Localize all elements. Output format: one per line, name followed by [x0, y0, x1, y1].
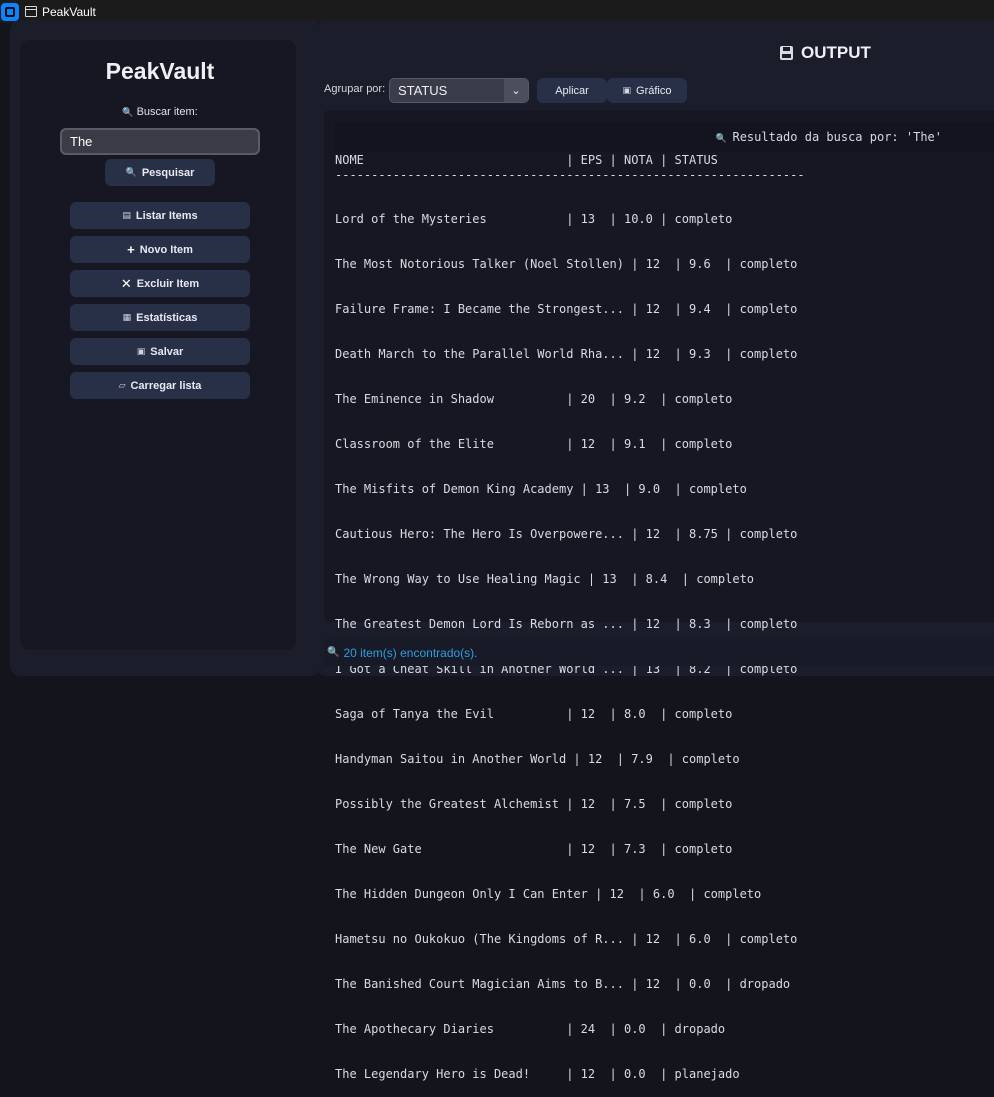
save-icon: ▣ — [136, 346, 146, 356]
search-icon: 🔍 — [327, 647, 340, 658]
save-button[interactable]: ▣ Salvar — [70, 338, 250, 365]
app-icon — [1, 2, 19, 21]
table-row: Handyman Saitou in Another World | 12 | … — [335, 752, 740, 766]
list-items-label: Listar Items — [135, 209, 198, 222]
plus-icon: + — [127, 242, 135, 257]
apply-button[interactable]: Aplicar — [537, 78, 607, 103]
search-input[interactable] — [60, 128, 260, 155]
status-bar: 🔍 20 item(s) encontrado(s). — [324, 639, 994, 666]
output-title: OUTPUT — [780, 43, 871, 63]
table-row: Hametsu no Oukokuo (The Kingdoms of R...… — [335, 932, 798, 946]
table-row: The Greatest Demon Lord Is Reborn as ...… — [335, 617, 798, 631]
table-row: Lord of the Mysteries | 13 | 10.0 | comp… — [335, 212, 733, 226]
chart-button-label: Gráfico — [636, 84, 672, 97]
search-label: 🔍 Buscar item: — [60, 106, 260, 118]
search-icon: 🔍 — [125, 167, 137, 177]
table-row: The Legendary Hero is Dead! | 12 | 0.0 |… — [335, 1067, 740, 1081]
delete-item-label: Excluir Item — [136, 277, 200, 290]
table-row: The Apothecary Diaries | 24 | 0.0 | drop… — [335, 1022, 726, 1036]
table-row: Death March to the Parallel World Rha...… — [335, 347, 798, 361]
load-list-label: Carregar lista — [130, 379, 202, 392]
new-item-button[interactable]: + Novo Item — [70, 236, 250, 263]
folder-icon: ▱ — [118, 380, 126, 390]
table-header: NOME | EPS | NOTA | STATUS — [335, 153, 718, 167]
table-row: The Most Notorious Talker (Noel Stollen)… — [335, 257, 798, 271]
new-item-label: Novo Item — [139, 243, 193, 256]
group-by-select[interactable]: STATUS ⌄ — [389, 78, 529, 103]
result-header-text: Resultado da busca por: 'The' — [732, 130, 942, 144]
window-title: PeakVault — [42, 4, 96, 19]
save-icon — [780, 46, 793, 60]
table-row: Possibly the Greatest Alchemist | 12 | 7… — [335, 797, 733, 811]
close-icon: ✕ — [120, 275, 132, 291]
table-row: The Wrong Way to Use Healing Magic | 13 … — [335, 572, 755, 586]
result-header: 🔍 Resultado da busca por: 'The' — [335, 122, 994, 152]
table-row: The New Gate | 12 | 7.3 | completo — [335, 842, 733, 856]
stats-button[interactable]: ▦ Estatísticas — [70, 304, 250, 331]
save-label: Salvar — [150, 345, 184, 358]
result-header-line: 🔍 Resultado da busca por: 'The' — [716, 130, 942, 144]
table-row: The Hidden Dungeon Only I Can Enter | 12… — [335, 887, 762, 901]
group-by-value: STATUS — [398, 83, 448, 98]
apply-button-label: Aplicar — [555, 84, 589, 97]
table-row: The Banished Court Magician Aims to B...… — [335, 977, 791, 991]
search-icon: 🔍 — [122, 107, 134, 117]
search-button-label: Pesquisar — [141, 166, 195, 179]
table-row: Classroom of the Elite | 12 | 9.1 | comp… — [335, 437, 733, 451]
group-by-label: Agrupar por: — [324, 83, 386, 95]
output-title-text: OUTPUT — [801, 43, 871, 62]
chart-icon: ▣ — [622, 85, 632, 95]
search-label-text: Buscar item: — [136, 106, 198, 118]
load-list-button[interactable]: ▱ Carregar lista — [70, 372, 250, 399]
table-row: The Misfits of Demon King Academy | 13 |… — [335, 482, 747, 496]
list-items-button[interactable]: ▤ Listar Items — [70, 202, 250, 229]
window-icon — [25, 6, 37, 17]
stats-label: Estatísticas — [136, 311, 198, 324]
stats-icon: ▦ — [122, 312, 132, 322]
delete-item-button[interactable]: ✕ Excluir Item — [70, 270, 250, 297]
status-text: 20 item(s) encontrado(s). — [343, 645, 478, 660]
brand-title: PeakVault — [105, 58, 215, 84]
search-icon: 🔍 — [715, 134, 733, 144]
list-icon: ▤ — [122, 210, 131, 220]
chart-button[interactable]: ▣ Gráfico — [607, 78, 687, 103]
table-row: Failure Frame: I Became the Strongest...… — [335, 302, 798, 316]
table-separator: ----------------------------------------… — [335, 168, 805, 182]
chevron-down-icon[interactable]: ⌄ — [504, 79, 528, 102]
table-row: The Eminence in Shadow | 20 | 9.2 | comp… — [335, 392, 733, 406]
search-button[interactable]: 🔍 Pesquisar — [105, 159, 215, 186]
table-row: Cautious Hero: The Hero Is Overpowere...… — [335, 527, 798, 541]
